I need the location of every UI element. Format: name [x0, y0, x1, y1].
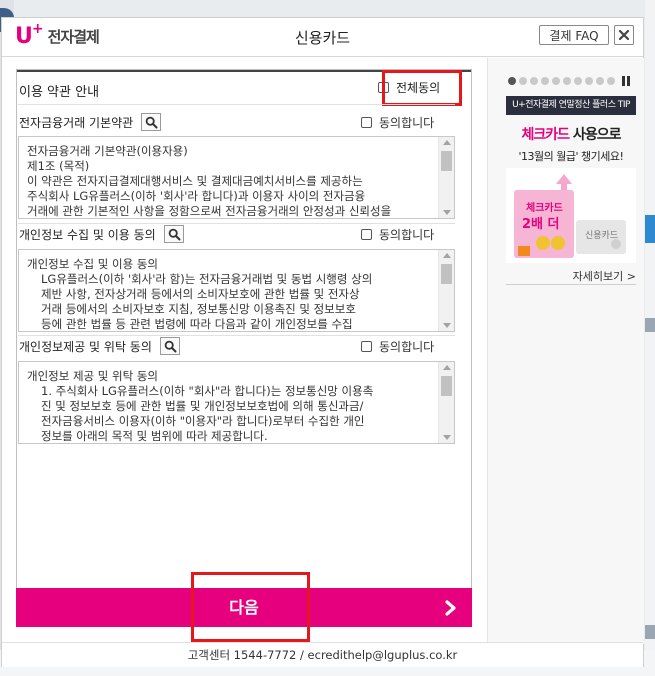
carousel-dot[interactable]: [541, 77, 549, 85]
term-line: 정보를 아래의 목적 및 범위에 따라 제공합니다.: [41, 429, 268, 443]
term-content-box[interactable]: 개인정보 제공 및 위탁 동의 1. 주식회사 LG유플러스(이하 "회사"라 …: [18, 361, 455, 444]
term-line: 이 약관은 전자지급결제대행서비스 및 결제대금예치서비스를 제공하는: [27, 174, 363, 188]
term-header: 전자금융거래 기본약관: [19, 112, 162, 132]
term-content: 개인정보 제공 및 위탁 동의 1. 주식회사 LG유플러스(이하 "회사"라 …: [27, 369, 439, 443]
scroll-thumb[interactable]: [441, 264, 452, 284]
magnifier-icon: [145, 116, 158, 129]
background-page-right: [645, 0, 655, 676]
term-line: LG유플러스(이하 '회사'라 함)는 전자금융거래법 및 동법 시행령 상의: [41, 272, 373, 286]
term-line: 등에 관한 법률 등 관련 법령에 따라 다음과 같이 개인정보를 수집: [41, 317, 353, 331]
highlight-agree-all: [382, 70, 462, 106]
carousel-dot[interactable]: [585, 77, 593, 85]
checkbox-icon[interactable]: [361, 340, 372, 352]
term-line: 1. 주식회사 LG유플러스(이하 "회사"라 합니다)는 정보통신망 이용촉: [41, 384, 374, 398]
term-line: 전자금융거래 기본약관(이용자용): [27, 144, 188, 158]
magnifier-icon: [168, 228, 181, 241]
scroll-up-icon[interactable]: [443, 365, 451, 370]
background-accent: [645, 625, 655, 639]
sidebar-divider: [506, 284, 636, 285]
highlight-next-button: [191, 572, 310, 642]
carousel-dot[interactable]: [596, 77, 604, 85]
chevron-right-icon: [445, 600, 456, 616]
checkbox-icon[interactable]: [361, 116, 372, 128]
term-header: 개인정보 수집 및 이용 동의: [19, 224, 184, 244]
term-line: 전자금융서비스 이용자(이하 "이용자"라 합니다)로부터 수집한 개인: [41, 414, 365, 428]
scrollbar[interactable]: [438, 137, 454, 218]
carousel-dot[interactable]: [508, 77, 516, 85]
scroll-down-icon[interactable]: [443, 210, 451, 215]
term-line: 진 및 정보보호 등에 관한 법률 및 개인정보보호법에 의해 통신과금/: [41, 399, 364, 413]
promo-sidebar: U+전자결제 연말정산 플러스 TIP 체크카드 사용으로 '13월의 월급' …: [487, 58, 644, 644]
carousel-dot[interactable]: [519, 77, 527, 85]
promo-headline: 체크카드 사용으로: [506, 124, 636, 144]
close-icon: [618, 29, 630, 41]
term-line: 거래 등에서의 소비자보호 지침, 정보통신망 이용촉진 및 정보보호: [41, 302, 356, 316]
scroll-up-icon[interactable]: [443, 253, 451, 258]
term-title: 개인정보 수집 및 이용 동의: [19, 227, 156, 242]
scroll-down-icon[interactable]: [443, 435, 451, 440]
promo-headline-rest: 사용으로: [569, 127, 622, 143]
term-content: 개인정보 수집 및 이용 동의 LG유플러스(이하 '회사'라 함)는 전자금융…: [27, 257, 439, 331]
term-line: 거래에 관한 기본적인 사항을 정함으로써 전자금융거래의 안정성과 신뢰성을: [27, 204, 392, 218]
carousel-dot[interactable]: [563, 77, 571, 85]
term-agree-checkbox[interactable]: 동의합니다: [361, 112, 434, 132]
pause-icon[interactable]: [622, 76, 630, 86]
magnifier-icon: [164, 340, 177, 353]
tip-banner: U+전자결제 연말정산 플러스 TIP: [506, 96, 636, 115]
promo-card-label: 신용카드: [585, 231, 619, 241]
payment-modal: U + 전자결제 신용카드 결제 FAQ 이용 약관 안내 전체동의 전자금융거…: [1, 17, 644, 667]
carousel-dot[interactable]: [574, 77, 582, 85]
view-terms-button[interactable]: [159, 337, 180, 355]
term-agree-label: 동의합니다: [379, 115, 435, 130]
term-title: 전자금융거래 기본약관: [19, 115, 134, 130]
term-agree-label: 동의합니다: [379, 227, 435, 242]
promo-illustration[interactable]: 체크카드 2배 더 신용카드: [506, 168, 636, 263]
scroll-thumb[interactable]: [441, 376, 452, 396]
term-content: 전자금융거래 기본약관(이용자용) 제1조 (목적) 이 약관은 전자지급결제대…: [27, 144, 439, 218]
term-agree-label: 동의합니다: [379, 339, 435, 354]
scroll-down-icon[interactable]: [443, 323, 451, 328]
checkbox-icon[interactable]: [361, 228, 372, 240]
modal-header: U + 전자결제 신용카드 결제 FAQ: [2, 18, 643, 57]
promo-card-label: 체크카드: [526, 203, 563, 214]
close-button[interactable]: [614, 25, 634, 45]
terms-section-title: 이용 약관 안내: [19, 85, 100, 100]
footer: 고객센터 1544-7772 / ecredithelp@lguplus.co.…: [2, 642, 643, 667]
term-line: 개인정보 수집 및 이용 동의: [27, 257, 159, 271]
carousel-dot[interactable]: [607, 77, 615, 85]
term-line: 제1조 (목적): [27, 159, 90, 173]
term-line: 제반 사항, 전자상거래 등에서의 소비자보호에 관한 법률 및 전자상: [41, 287, 360, 301]
term-agree-checkbox[interactable]: 동의합니다: [361, 336, 434, 356]
background-accent: [645, 318, 655, 332]
term-agree-checkbox[interactable]: 동의합니다: [361, 224, 434, 244]
view-terms-button[interactable]: [141, 113, 162, 131]
term-content-box[interactable]: 개인정보 수집 및 이용 동의 LG유플러스(이하 '회사'라 함)는 전자금융…: [18, 249, 455, 332]
promo-subline: '13월의 월급' 챙기세요!: [518, 150, 624, 163]
term-line: 개인정보 제공 및 위탁 동의: [27, 369, 159, 383]
carousel-dot[interactable]: [552, 77, 560, 85]
background-accent: [645, 215, 655, 243]
faq-button[interactable]: 결제 FAQ: [539, 25, 609, 45]
carousel-indicators: [508, 76, 630, 86]
term-line: 주식회사 LG유플러스(이하 '회사'라 합니다)과 이용자 사이의 전자금융: [27, 189, 366, 203]
promo-card-label: 2배 더: [522, 217, 560, 232]
term-content-box[interactable]: 전자금융거래 기본약관(이용자용) 제1조 (목적) 이 약관은 전자지급결제대…: [18, 136, 455, 219]
view-terms-button[interactable]: [163, 225, 184, 243]
scrollbar[interactable]: [438, 250, 454, 331]
divider: [18, 104, 455, 105]
scroll-thumb[interactable]: [441, 151, 452, 171]
term-title: 개인정보제공 및 위탁 동의: [19, 339, 152, 354]
scrollbar[interactable]: [438, 362, 454, 443]
scroll-up-icon[interactable]: [443, 140, 451, 145]
detail-link[interactable]: 자세히보기 >: [506, 268, 636, 284]
term-header: 개인정보제공 및 위탁 동의: [19, 336, 180, 356]
promo-highlight: 체크카드: [521, 127, 571, 143]
carousel-dot[interactable]: [530, 77, 538, 85]
